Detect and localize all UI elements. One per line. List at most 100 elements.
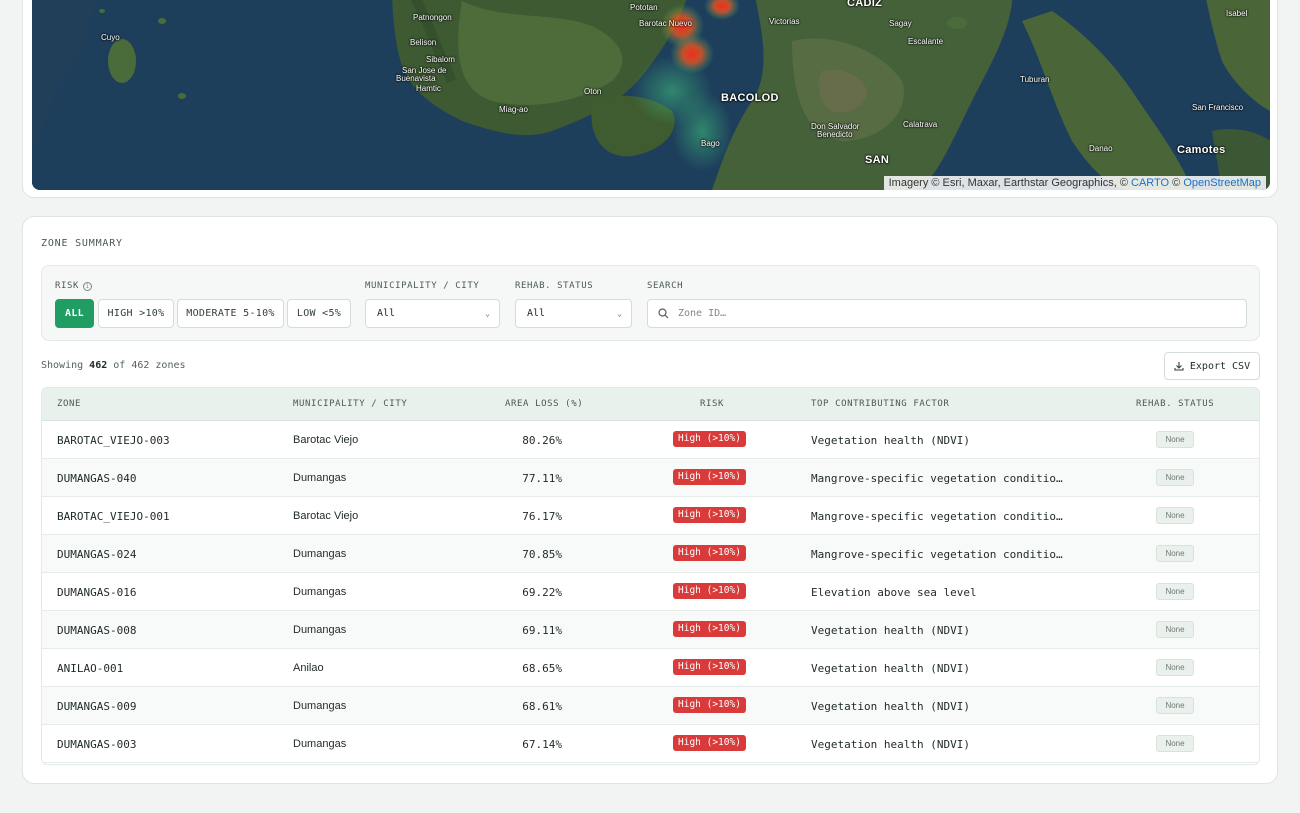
risk-filter-label: RISK i	[55, 281, 93, 291]
map-place-label: Oton	[584, 87, 602, 96]
column-header-risk[interactable]: RISK	[700, 399, 724, 409]
map-place-label: Camotes	[1177, 144, 1226, 156]
area-loss-cell: 68.65%	[522, 662, 562, 675]
column-header-factor[interactable]: TOP CONTRIBUTING FACTOR	[811, 399, 949, 409]
municipality-cell: Dumangas	[293, 586, 347, 598]
factor-cell: Mangrove-specific vegetation conditio…	[811, 510, 1063, 523]
openstreetmap-link[interactable]: OpenStreetMap	[1183, 177, 1261, 189]
factor-cell: Vegetation health (NDVI)	[811, 738, 970, 751]
risk-filter-label-text: RISK	[55, 281, 80, 291]
municipality-cell: Dumangas	[293, 548, 347, 560]
municipality-cell: Anilao	[293, 662, 324, 674]
municipality-cell: Dumangas	[293, 624, 347, 636]
column-header-area-loss[interactable]: AREA LOSS (%)	[505, 399, 583, 409]
municipality-cell: Dumangas	[293, 738, 347, 750]
map-place-label: Hamtic	[416, 84, 441, 93]
map-place-label: Miag-ao	[499, 105, 528, 114]
carto-link[interactable]: CARTO	[1131, 177, 1169, 189]
rehab-status-badge: None	[1156, 545, 1194, 562]
rehab-status-badge: None	[1156, 469, 1194, 486]
table-row[interactable]: DUMANGAS-008 Dumangas 69.11% High (>10%) Veg…	[42, 611, 1259, 649]
area-loss-cell: 67.14%	[522, 738, 562, 751]
column-header-zone[interactable]: ZONE	[57, 399, 81, 409]
search-icon	[658, 308, 669, 319]
table-row[interactable]: DUMANGAS-003 Dumangas 67.14% High (>10%) Veg…	[42, 725, 1259, 763]
results-count-number: 462	[89, 360, 108, 371]
factor-cell: Vegetation health (NDVI)	[811, 624, 970, 637]
results-count-suffix: of 462 zones	[107, 360, 186, 371]
factor-cell: Mangrove-specific vegetation conditio…	[811, 472, 1063, 485]
municipality-select[interactable]: All ⌄	[365, 299, 500, 328]
search-filter-label: SEARCH	[647, 281, 684, 291]
map-place-label: Tuburan	[1020, 75, 1050, 84]
map-place-label: Isabel	[1226, 9, 1248, 18]
area-loss-cell: 76.17%	[522, 510, 562, 523]
table-row[interactable]: DUMANGAS-040 Dumangas 77.11% High (>10%) Man…	[42, 459, 1259, 497]
map-place-label: Cuyo	[101, 33, 120, 42]
risk-moderate-button[interactable]: MODERATE 5-10%	[177, 299, 284, 328]
rehab-status-badge: None	[1156, 507, 1194, 524]
map-place-label: Danao	[1089, 144, 1113, 153]
risk-badge: High (>10%)	[673, 583, 746, 599]
zone-id-cell: DUMANGAS-009	[57, 700, 137, 713]
attribution-sep: ©	[1169, 177, 1184, 189]
search-field[interactable]	[647, 299, 1247, 328]
zone-id-cell: DUMANGAS-016	[57, 586, 137, 599]
table-row[interactable]: DUMANGAS-016 Dumangas 69.22% High (>10%) Ele…	[42, 573, 1259, 611]
risk-badge: High (>10%)	[673, 545, 746, 561]
export-csv-button[interactable]: Export CSV	[1164, 352, 1260, 380]
rehab-status-badge: None	[1156, 583, 1194, 600]
factor-cell: Elevation above sea level	[811, 586, 977, 599]
table-row[interactable]: DUMANGAS-024 Dumangas 70.85% High (>10%) Man…	[42, 535, 1259, 573]
column-header-municipality[interactable]: MUNICIPALITY / CITY	[293, 399, 407, 409]
map-place-label: Benedicto	[817, 130, 853, 139]
map-place-label: Barotac Nuevo	[639, 19, 692, 28]
risk-badge: High (>10%)	[673, 469, 746, 485]
area-loss-cell: 80.26%	[522, 434, 562, 447]
chevron-down-icon: ⌄	[617, 309, 622, 318]
zone-summary-card: ZONE SUMMARY RISK i ALL HIGH >10% MODERA…	[22, 216, 1278, 784]
map-place-label: Bago	[701, 139, 720, 148]
map-place-label: SAN	[865, 154, 890, 166]
risk-badge: High (>10%)	[673, 507, 746, 523]
area-loss-cell: 77.11%	[522, 472, 562, 485]
zone-id-cell: DUMANGAS-003	[57, 738, 137, 751]
zone-id-cell: BAROTAC_VIEJO-001	[57, 510, 170, 523]
risk-badge: High (>10%)	[673, 697, 746, 713]
table-row[interactable]: BAROTAC_VIEJO-003 Barotac Viejo 80.26% High…	[42, 421, 1259, 459]
zone-id-cell: DUMANGAS-040	[57, 472, 137, 485]
rehab-status-badge: None	[1156, 697, 1194, 714]
column-header-rehab-status[interactable]: REHAB. STATUS	[1136, 399, 1214, 409]
map-place-label: Victorias	[769, 17, 800, 26]
risk-badge: High (>10%)	[673, 431, 746, 447]
filter-panel: RISK i ALL HIGH >10% MODERATE 5-10% LOW …	[41, 265, 1260, 341]
map-place-label: San Francisco	[1192, 103, 1244, 112]
map-place-label: Patnongon	[413, 13, 452, 22]
factor-cell: Vegetation health (NDVI)	[811, 700, 970, 713]
results-count: Showing 462 of 462 zones	[41, 360, 186, 371]
search-input[interactable]	[678, 308, 1218, 319]
rehab-status-badge: None	[1156, 621, 1194, 638]
map-place-label: Sagay	[889, 19, 912, 28]
area-loss-cell: 68.61%	[522, 700, 562, 713]
risk-map[interactable]: Cuyo Patnongon Belison Sibalom San Jose de Bu…	[32, 0, 1270, 190]
info-icon[interactable]: i	[83, 281, 93, 291]
risk-high-button[interactable]: HIGH >10%	[98, 299, 174, 328]
results-count-prefix: Showing	[41, 360, 90, 371]
rehab-status-select[interactable]: All ⌄	[515, 299, 632, 328]
area-loss-cell: 69.22%	[522, 586, 562, 599]
risk-all-button[interactable]: ALL	[55, 299, 94, 328]
section-title: ZONE SUMMARY	[41, 238, 123, 249]
table-row[interactable]: DUMANGAS-009 Dumangas 68.61% High (>10%) Veg…	[42, 687, 1259, 725]
zone-id-cell: BAROTAC_VIEJO-003	[57, 434, 170, 447]
map-attribution: Imagery © Esri, Maxar, Earthstar Geograp…	[883, 176, 1266, 190]
table-row[interactable]: ANILAO-001 Anilao 68.65% High (>10%) Vegetat…	[42, 649, 1259, 687]
rehab-filter-label: REHAB. STATUS	[515, 281, 594, 291]
risk-badge: High (>10%)	[673, 659, 746, 675]
map-place-label: Belison	[410, 38, 437, 47]
municipality-cell: Barotac Viejo	[293, 434, 359, 446]
area-loss-cell: 70.85%	[522, 548, 562, 561]
risk-low-button[interactable]: LOW <5%	[287, 299, 351, 328]
municipality-select-value: All	[377, 308, 396, 319]
table-row[interactable]: BAROTAC_VIEJO-001 Barotac Viejo 76.17% High…	[42, 497, 1259, 535]
